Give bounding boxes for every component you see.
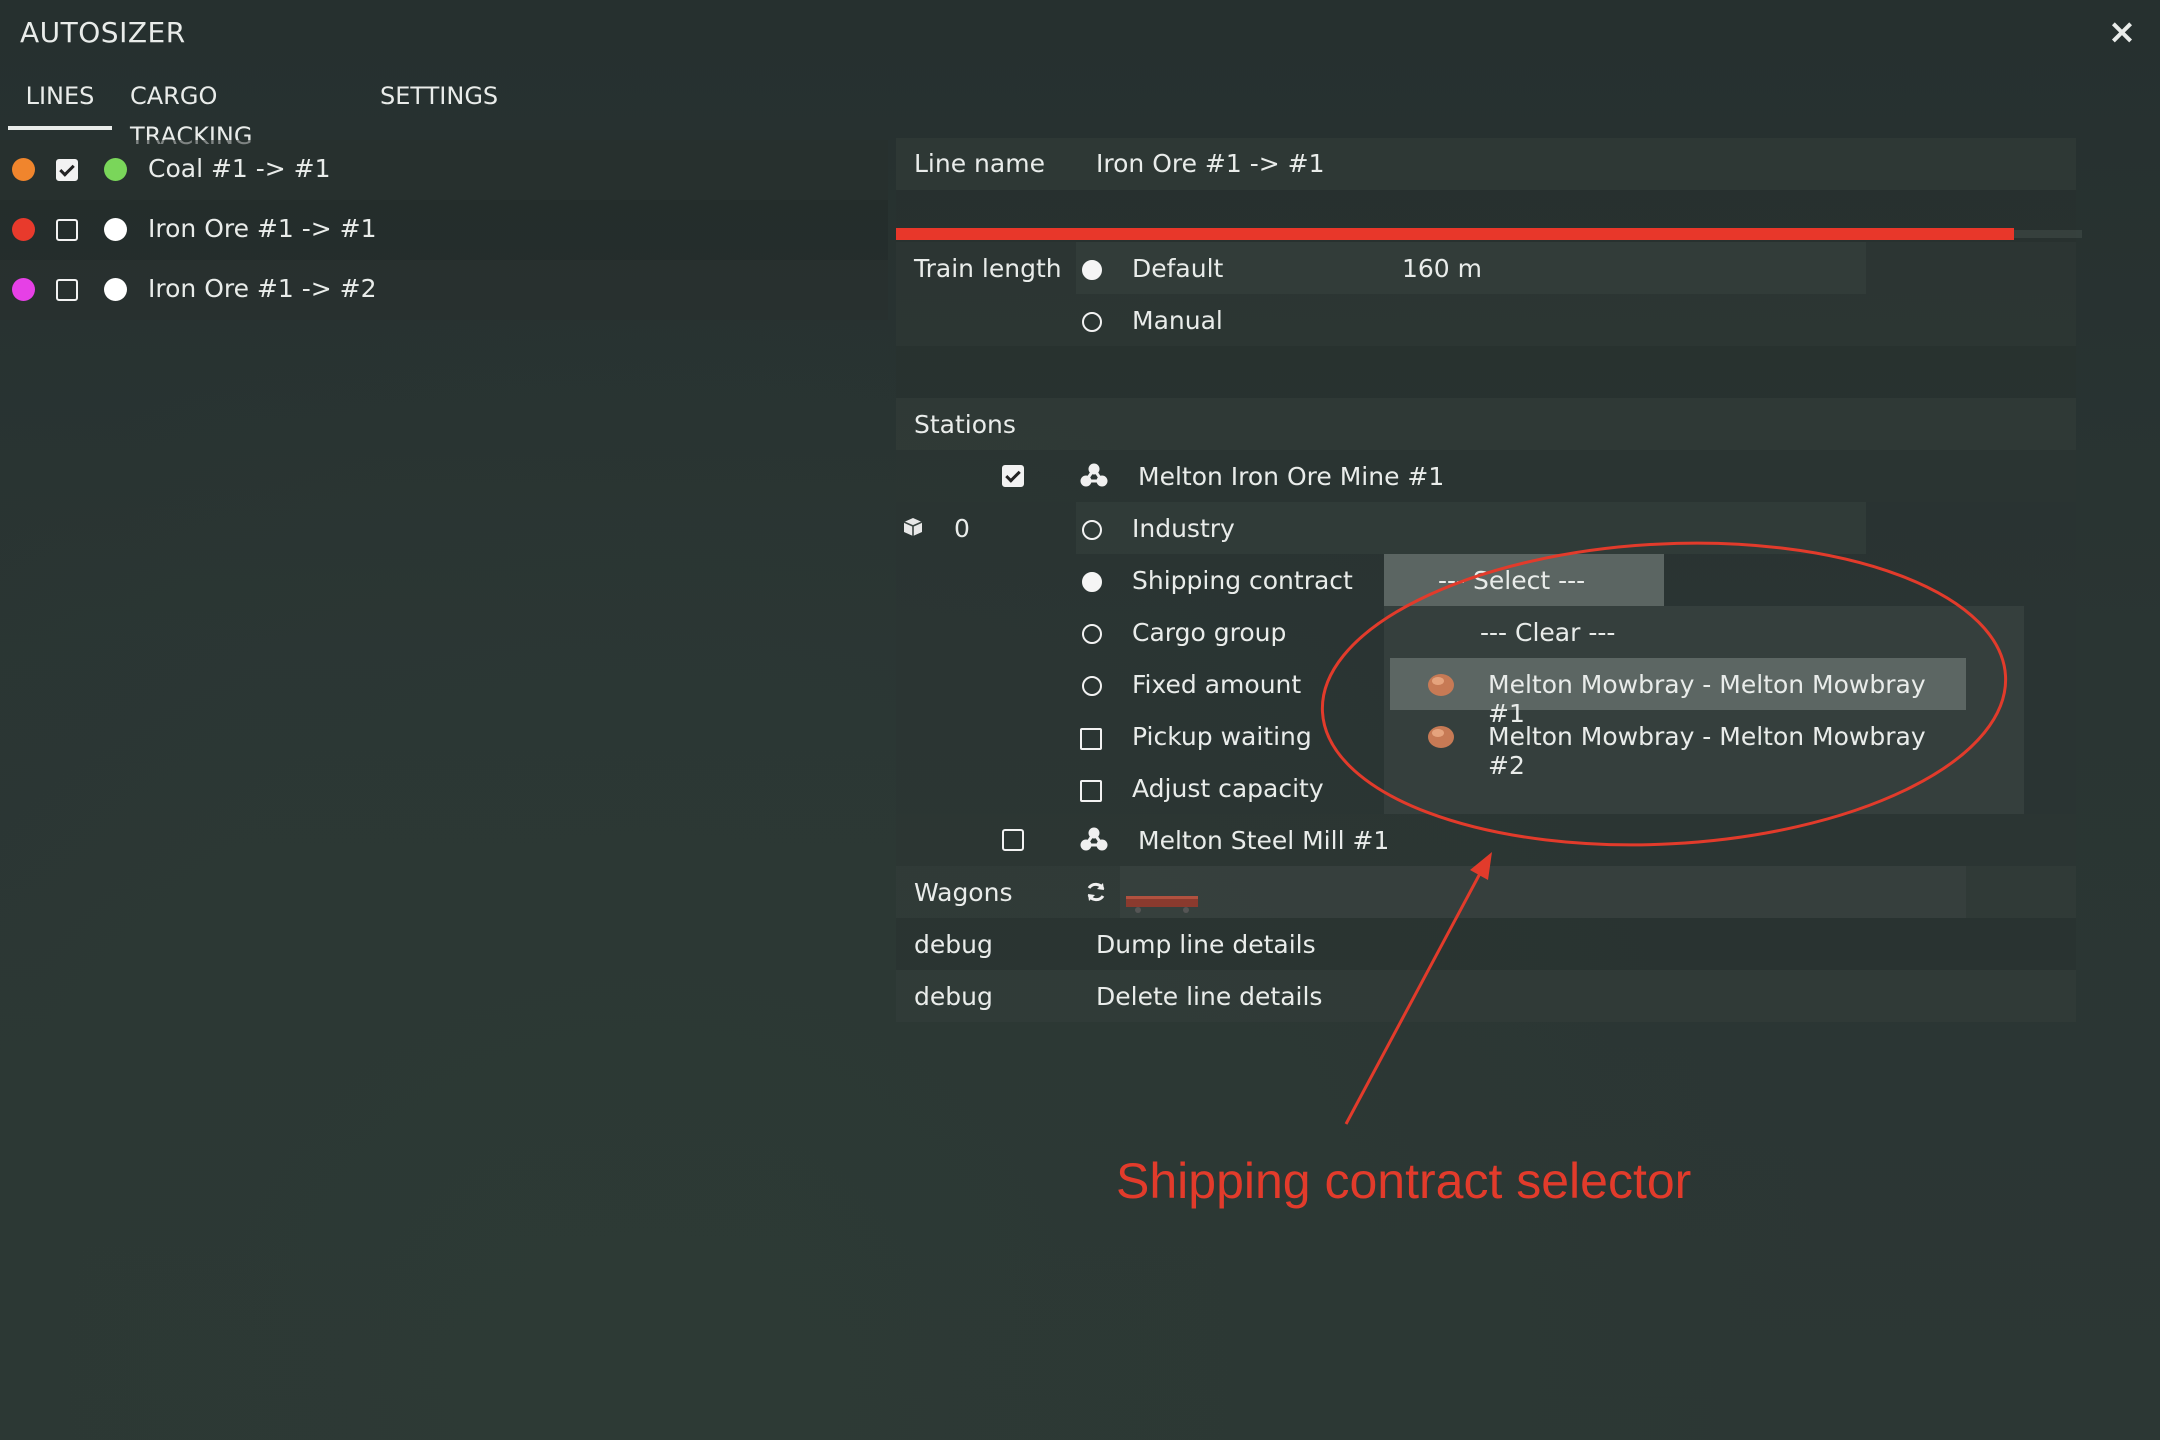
annotation-label: Shipping contract selector xyxy=(1116,1153,1692,1209)
annotation-arrow-line xyxy=(1344,865,1486,1125)
autosizer-window: AUTOSIZER × LINES CARGO TRACKING SETTING… xyxy=(0,0,2160,1440)
annotation-overlay xyxy=(1320,541,2008,1125)
annotation-ellipse xyxy=(1320,541,2008,847)
annotation-arrow-head xyxy=(1470,852,1492,880)
